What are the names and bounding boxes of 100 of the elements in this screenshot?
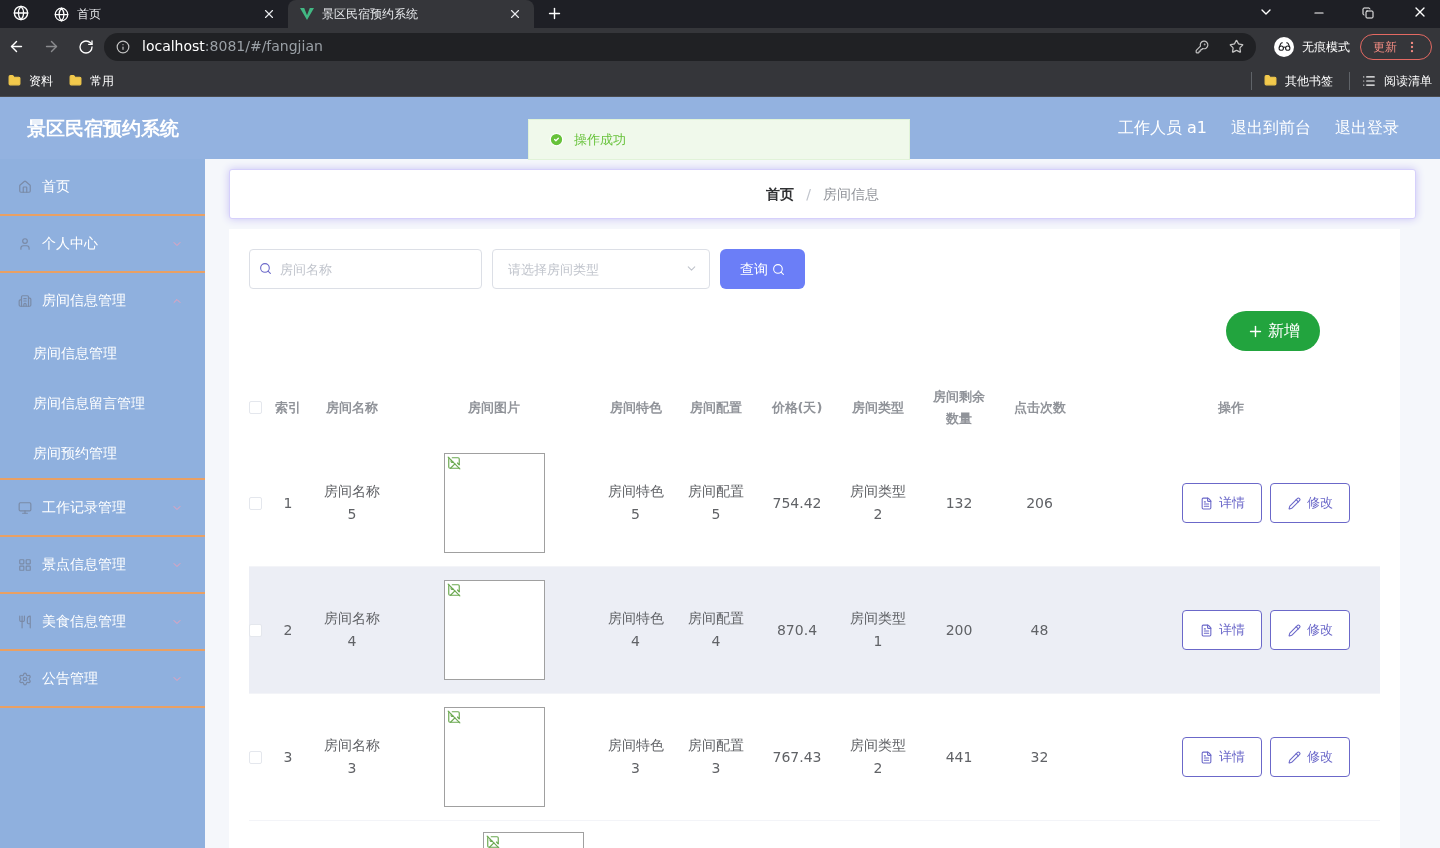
column-header: 房间名称 (326, 398, 378, 417)
column-header: 房间图片 (468, 398, 520, 417)
folder-icon (69, 74, 82, 87)
table-cell-text: 441 (945, 747, 973, 767)
incognito-icon (1274, 36, 1294, 57)
table-cell-text: 房间配置5 (687, 482, 745, 524)
close-icon[interactable] (508, 7, 522, 21)
globe-icon (54, 6, 69, 22)
table-cell-text: 房间名称3 (323, 736, 381, 778)
edit-button[interactable]: 修改 (1270, 737, 1350, 777)
room-name-search-field[interactable]: 房间名称 (249, 249, 482, 289)
column-header: 价格(天) (771, 398, 823, 417)
row-checkbox[interactable] (249, 750, 262, 764)
table-cell-text: 房间类型2 (849, 736, 907, 778)
search-icon (772, 262, 785, 276)
details-button[interactable]: 详情 (1182, 610, 1262, 650)
room-type-select[interactable]: 请选择房间类型 (492, 249, 710, 289)
globe-icon[interactable] (13, 5, 29, 21)
table-cell-text: 200 (945, 620, 973, 640)
success-icon (549, 132, 564, 147)
broken-image-icon (485, 835, 500, 848)
document-icon (1199, 623, 1213, 637)
folder-icon (1264, 74, 1277, 87)
details-button[interactable]: 详情 (1182, 483, 1262, 523)
menu-icon (18, 500, 32, 515)
table-cell-text: 3 (283, 747, 293, 767)
details-button[interactable]: 详情 (1182, 737, 1262, 777)
edit-button[interactable]: 修改 (1270, 610, 1350, 650)
row-checkbox[interactable] (249, 623, 262, 637)
table-cell-text: 房间名称5 (323, 482, 381, 524)
browser-tab[interactable]: 首页 (42, 0, 288, 28)
pencil-icon (1287, 750, 1301, 764)
pencil-icon (1287, 496, 1301, 510)
query-button[interactable]: 查询 (720, 249, 805, 289)
table-cell-text: 房间特色5 (606, 482, 665, 524)
add-button[interactable]: 新增 (1226, 311, 1320, 351)
menu-icon (18, 671, 32, 686)
breadcrumb-item: 房间信息 (822, 184, 879, 204)
table-cell-text: 房间类型1 (849, 609, 907, 651)
breadcrumb-separator: / (806, 184, 811, 204)
bookmark-item[interactable]: 资料 (8, 71, 53, 90)
column-header: 操作 (1218, 398, 1244, 417)
column-header: 房间配置 (690, 398, 742, 417)
menu-icon (18, 236, 32, 251)
table-cell-text: 48 (1030, 620, 1049, 640)
menu-icon (18, 557, 32, 572)
select-all-checkbox[interactable] (249, 401, 262, 414)
column-header: 点击次数 (1013, 398, 1066, 417)
tab-title: 首页 (77, 6, 102, 23)
column-header: 房间特色 (609, 398, 662, 417)
column-header: 房间剩余数量 (932, 387, 986, 428)
table-cell-text: 206 (1026, 493, 1053, 513)
info-icon (116, 39, 130, 54)
toast-message: 操作成功 (574, 130, 626, 149)
table-cell-text: 767.43 (772, 747, 822, 767)
table-cell-text: 房间类型2 (849, 482, 907, 524)
app-title: 景区民宿预约系统 (27, 115, 179, 141)
table-cell-text: 132 (945, 493, 973, 513)
key-icon[interactable] (1195, 39, 1209, 54)
table-cell-text: 1 (283, 493, 293, 513)
table-cell-text: 32 (1030, 747, 1049, 767)
breadcrumb-item[interactable]: 首页 (766, 183, 795, 205)
menu-icon (18, 179, 32, 194)
column-header: 索引 (275, 398, 301, 417)
row-checkbox[interactable] (249, 496, 262, 510)
folder-icon (8, 74, 21, 87)
broken-image-icon (446, 710, 461, 724)
reading-list-icon (1362, 73, 1376, 88)
tab-title: 景区民宿预约系统 (322, 6, 419, 23)
bookmark-item[interactable]: 常用 (69, 71, 114, 90)
forward-icon[interactable] (43, 38, 60, 55)
profile-label[interactable]: 无痕模式 (1302, 37, 1350, 56)
table-cell-text: 870.4 (776, 620, 818, 640)
table-cell-text: 房间特色4 (606, 609, 665, 651)
browser-tab[interactable]: 景区民宿预约系统 (288, 0, 534, 28)
document-icon (1199, 750, 1213, 764)
new-tab-icon[interactable] (546, 5, 563, 22)
table-cell-text: 房间名称4 (323, 609, 381, 651)
pencil-icon (1287, 623, 1301, 637)
address-field[interactable]: localhost:8081/#/fangjian (104, 32, 1256, 61)
edit-button[interactable]: 修改 (1270, 483, 1350, 523)
reload-icon[interactable] (78, 38, 94, 55)
menu-icon (18, 293, 32, 308)
table-cell-text: 房间配置4 (687, 609, 745, 651)
search-icon (259, 262, 272, 275)
table-cell-text: 房间特色3 (606, 736, 665, 778)
bookmark-star-icon[interactable] (1229, 39, 1244, 54)
back-icon[interactable] (8, 38, 25, 55)
document-icon (1199, 496, 1213, 510)
v-logo-icon (300, 8, 314, 20)
table-cell-text: 754.42 (772, 493, 822, 513)
broken-image-icon (446, 456, 461, 470)
bookmark-item[interactable]: 其他书签 (1251, 71, 1333, 90)
table-cell-text: 房间配置3 (687, 736, 745, 778)
restore-icon[interactable] (1362, 7, 1374, 19)
menu-icon (18, 614, 32, 629)
column-header: 房间类型 (852, 398, 904, 417)
bookmark-item[interactable]: 阅读清单 (1349, 71, 1432, 90)
table-cell-text: 2 (283, 620, 293, 640)
close-icon[interactable] (262, 7, 276, 21)
